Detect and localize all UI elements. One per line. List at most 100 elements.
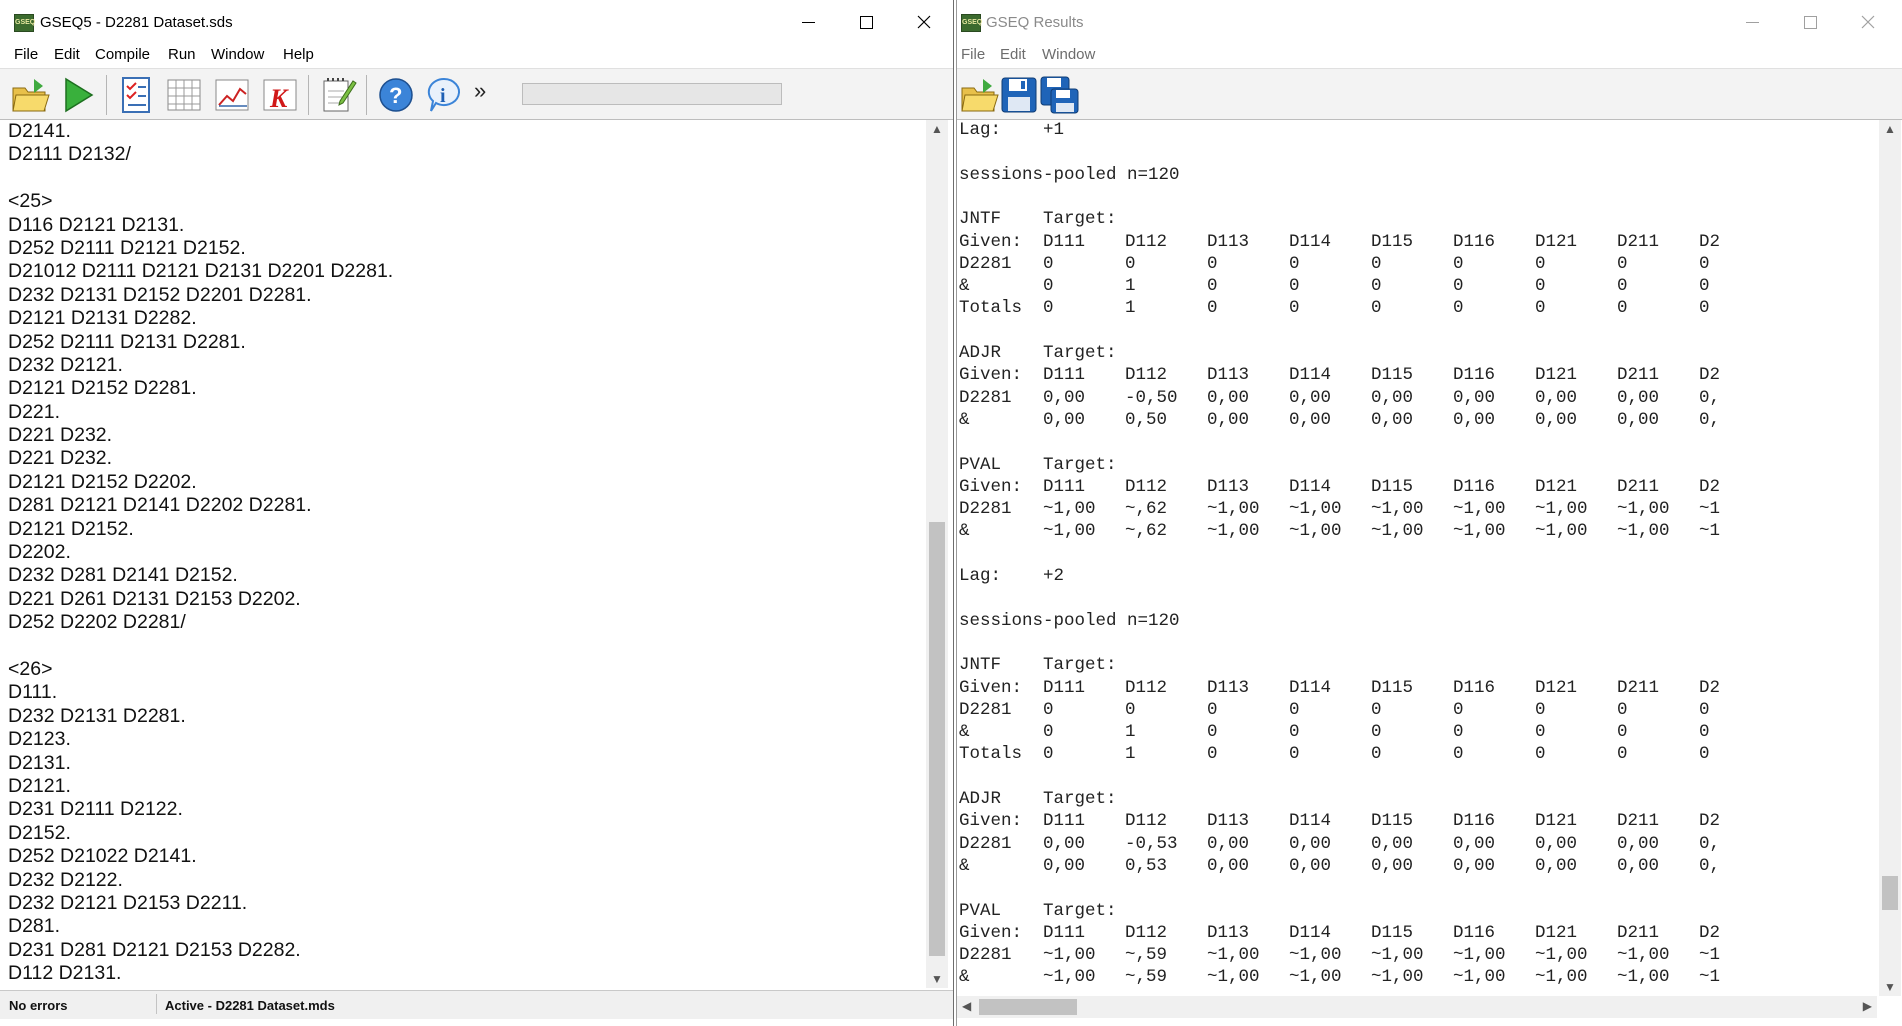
kappa-button[interactable]: K: [260, 75, 300, 115]
menu-edit[interactable]: Edit: [1000, 46, 1026, 63]
result-label: &: [959, 409, 970, 430]
result-cell: 0,00: [1289, 855, 1332, 876]
result-cell: 0,00: [1371, 855, 1414, 876]
results-vertical-scrollbar[interactable]: ▲ ▼: [1879, 120, 1901, 996]
scroll-thumb[interactable]: [979, 999, 1077, 1015]
menu-window[interactable]: Window: [1042, 46, 1095, 63]
result-cell: 0: [1617, 744, 1628, 765]
editor-line: <26>: [8, 657, 53, 680]
close-button[interactable]: [1839, 0, 1897, 44]
toolbar-overflow-chevron[interactable]: »: [474, 78, 486, 104]
menu-edit[interactable]: Edit: [54, 46, 80, 63]
result-cell: 0: [1289, 298, 1300, 319]
editor-line: D221.: [8, 400, 61, 423]
result-cell: ~1: [1699, 521, 1721, 542]
result-cell: ~1,00: [1453, 499, 1506, 520]
code-editor[interactable]: D2141. D2111 D2132/<25> D116 D2121 D2131. D…: [8, 120, 926, 982]
result-cell: D115: [1371, 231, 1414, 252]
result-label: JNTF: [959, 209, 1002, 230]
menu-file[interactable]: File: [14, 46, 38, 63]
run-button[interactable]: [58, 75, 98, 115]
result-cell: D211: [1617, 231, 1660, 252]
results-output[interactable]: Lag: +1 sessions-pooled n=120 JNTF Target: Gi…: [959, 120, 1871, 1000]
help-button[interactable]: ?: [376, 75, 416, 115]
editor-line: D221 D261 D2131 D2153 D2202.: [8, 587, 301, 610]
result-cell: D112: [1125, 365, 1168, 386]
result-cell: 1: [1125, 744, 1136, 765]
open-file-button[interactable]: [959, 75, 999, 115]
minimize-button[interactable]: [779, 0, 837, 44]
result-cell: 0,00: [1043, 409, 1086, 430]
scroll-up-arrow-icon[interactable]: ▲: [1879, 122, 1901, 136]
scroll-right-arrow-icon[interactable]: ▶: [1863, 999, 1872, 1013]
menu-run[interactable]: Run: [168, 46, 196, 63]
result-cell: D112: [1125, 922, 1168, 943]
menu-file[interactable]: File: [961, 46, 985, 63]
editor-line: D2121 D2152 D2202.: [8, 470, 197, 493]
editor-line: D281 D2121 D2141 D2202 D2281.: [8, 494, 312, 517]
scroll-up-arrow-icon[interactable]: ▲: [926, 122, 948, 136]
result-cell: 0: [1207, 253, 1218, 274]
menu-window[interactable]: Window: [211, 46, 264, 63]
editor-line: D252 D2202 D2281/: [8, 611, 186, 634]
maximize-button[interactable]: [1781, 0, 1839, 44]
maximize-button[interactable]: [837, 0, 895, 44]
notes-button[interactable]: [318, 75, 358, 115]
result-cell: D2: [1699, 231, 1721, 252]
result-cell: 0,00: [1535, 387, 1578, 408]
toolbar: K ? i »: [0, 68, 953, 120]
results-horizontal-scrollbar[interactable]: ◀ ▶: [957, 996, 1877, 1018]
result-cell: D115: [1371, 922, 1414, 943]
result-label: Lag:: [959, 566, 1002, 586]
menu-compile[interactable]: Compile: [95, 46, 150, 63]
scroll-down-arrow-icon[interactable]: ▼: [1879, 980, 1901, 994]
window-title: GSEQ Results: [986, 14, 1084, 31]
chart-button[interactable]: [212, 75, 252, 115]
save-button[interactable]: [999, 75, 1039, 115]
minimize-button[interactable]: [1723, 0, 1781, 44]
result-cell: 0,00: [1043, 833, 1086, 854]
result-cell: 0,00: [1535, 833, 1578, 854]
menu-help[interactable]: Help: [283, 46, 314, 63]
open-file-button[interactable]: [10, 75, 50, 115]
save-all-button[interactable]: [1039, 75, 1079, 115]
save-icon: [1001, 77, 1037, 113]
result-cell: ~1,00: [1207, 945, 1260, 966]
result-cell: 0,: [1699, 387, 1721, 408]
result-cell: D113: [1207, 231, 1250, 252]
scroll-down-arrow-icon[interactable]: ▼: [926, 972, 948, 986]
toolbar: [957, 68, 1902, 120]
result-cell: ~1,00: [1617, 499, 1670, 520]
result-cell: 0: [1043, 298, 1054, 319]
result-cell: ~1,00: [1535, 945, 1588, 966]
result-cell: D121: [1535, 476, 1578, 497]
result-cell: ~1,00: [1289, 499, 1342, 520]
maximize-icon: [1804, 16, 1817, 29]
result-cell: 0: [1207, 298, 1218, 319]
result-cell: ~1,00: [1043, 967, 1096, 988]
result-cell: 0,00: [1289, 833, 1332, 854]
info-button[interactable]: i: [424, 75, 464, 115]
editor-line: D232 D281 D2141 D2152.: [8, 564, 238, 587]
close-button[interactable]: [895, 0, 953, 44]
status-divider: [156, 994, 157, 1014]
table-button[interactable]: [164, 75, 204, 115]
result-cell: ~1: [1699, 499, 1721, 520]
scroll-thumb[interactable]: [1882, 876, 1898, 910]
check-button[interactable]: [116, 75, 156, 115]
scroll-thumb[interactable]: [929, 522, 945, 956]
result-cell: 0,00: [1371, 409, 1414, 430]
editor-line: D2121 D2131 D2282.: [8, 307, 197, 330]
result-cell: D211: [1617, 922, 1660, 943]
result-cell: 0,00: [1289, 409, 1332, 430]
result-cell: 0: [1535, 276, 1546, 297]
close-icon: [917, 15, 931, 29]
result-cell: -0,50: [1125, 387, 1178, 408]
editor-vertical-scrollbar[interactable]: ▲ ▼: [926, 120, 948, 988]
window-title: GSEQ5 - D2281 Dataset.sds: [40, 14, 233, 31]
scroll-left-arrow-icon[interactable]: ◀: [962, 999, 971, 1013]
result-cell: D115: [1371, 677, 1414, 698]
result-label: Totals: [959, 744, 1023, 765]
